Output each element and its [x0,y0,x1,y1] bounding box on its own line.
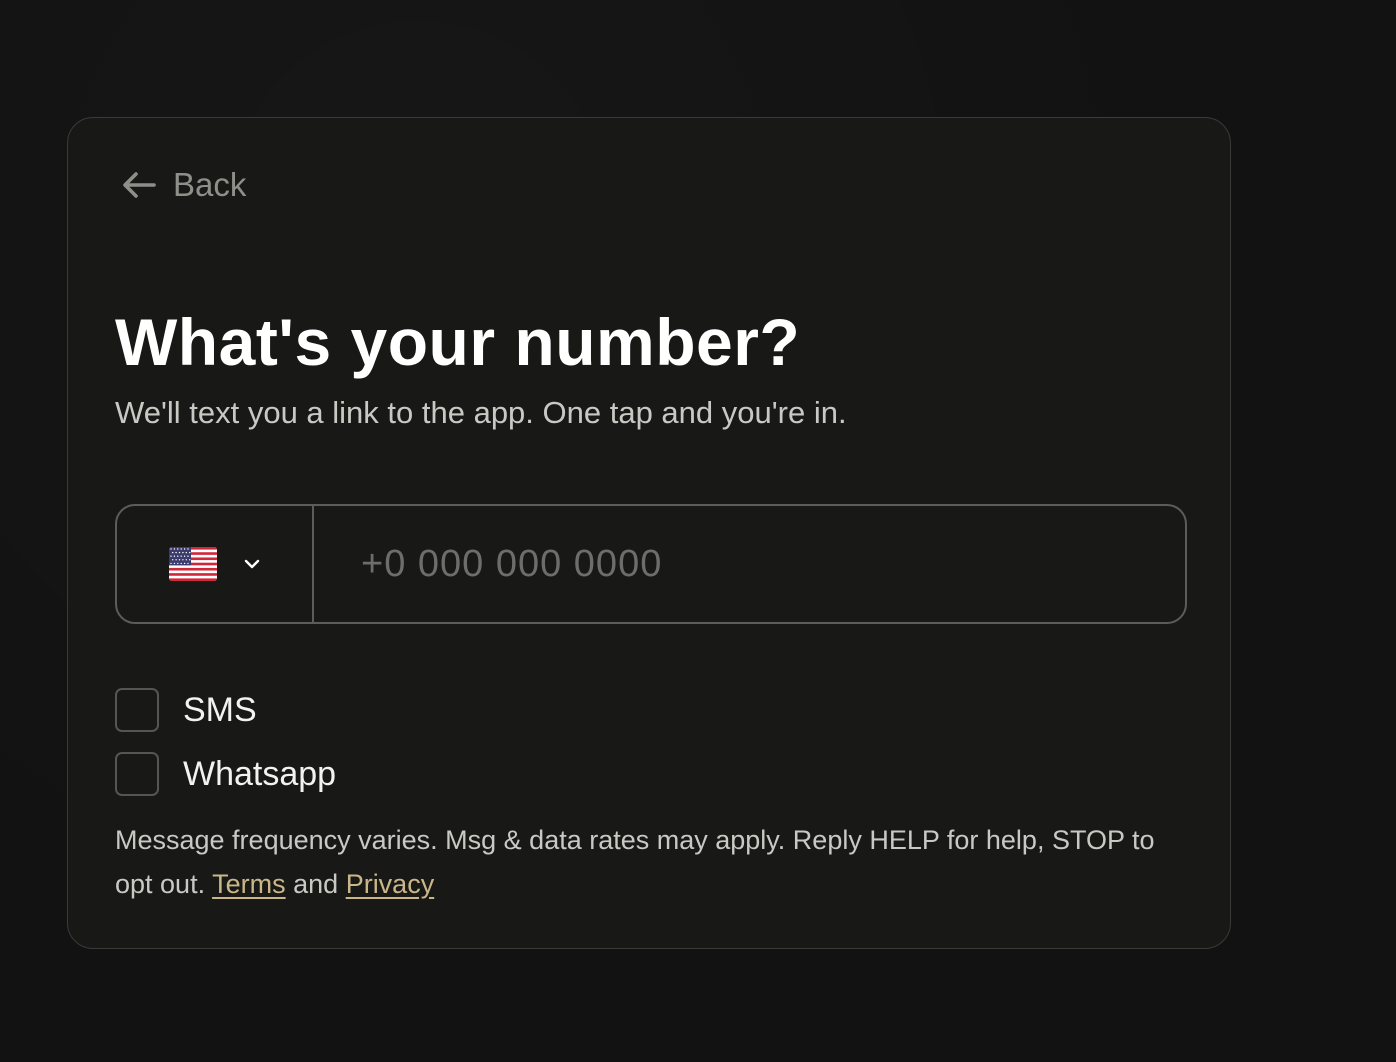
page-background: Back What's your number? We'll text you … [0,0,1396,1062]
country-select[interactable] [117,506,314,622]
page-title: What's your number? [115,305,801,379]
phone-number-input[interactable] [314,506,1185,622]
sms-label: SMS [183,690,257,729]
legal-and: and [293,869,339,899]
us-flag-icon [168,547,217,581]
phone-field [115,504,1187,624]
terms-link[interactable]: Terms [212,869,286,899]
whatsapp-option[interactable]: Whatsapp [115,752,336,796]
back-label: Back [173,166,247,203]
privacy-link[interactable]: Privacy [346,869,435,899]
arrow-left-icon [121,170,157,200]
sms-checkbox[interactable] [115,688,159,732]
legal-disclaimer: Message frequency varies. Msg & data rat… [115,818,1175,906]
back-button[interactable]: Back [121,166,246,204]
phone-signup-card: Back What's your number? We'll text you … [67,117,1231,949]
sms-option[interactable]: SMS [115,688,257,732]
chevron-down-icon [243,558,261,570]
whatsapp-checkbox[interactable] [115,752,159,796]
whatsapp-label: Whatsapp [183,754,337,793]
page-subtitle: We'll text you a link to the app. One ta… [115,395,847,430]
